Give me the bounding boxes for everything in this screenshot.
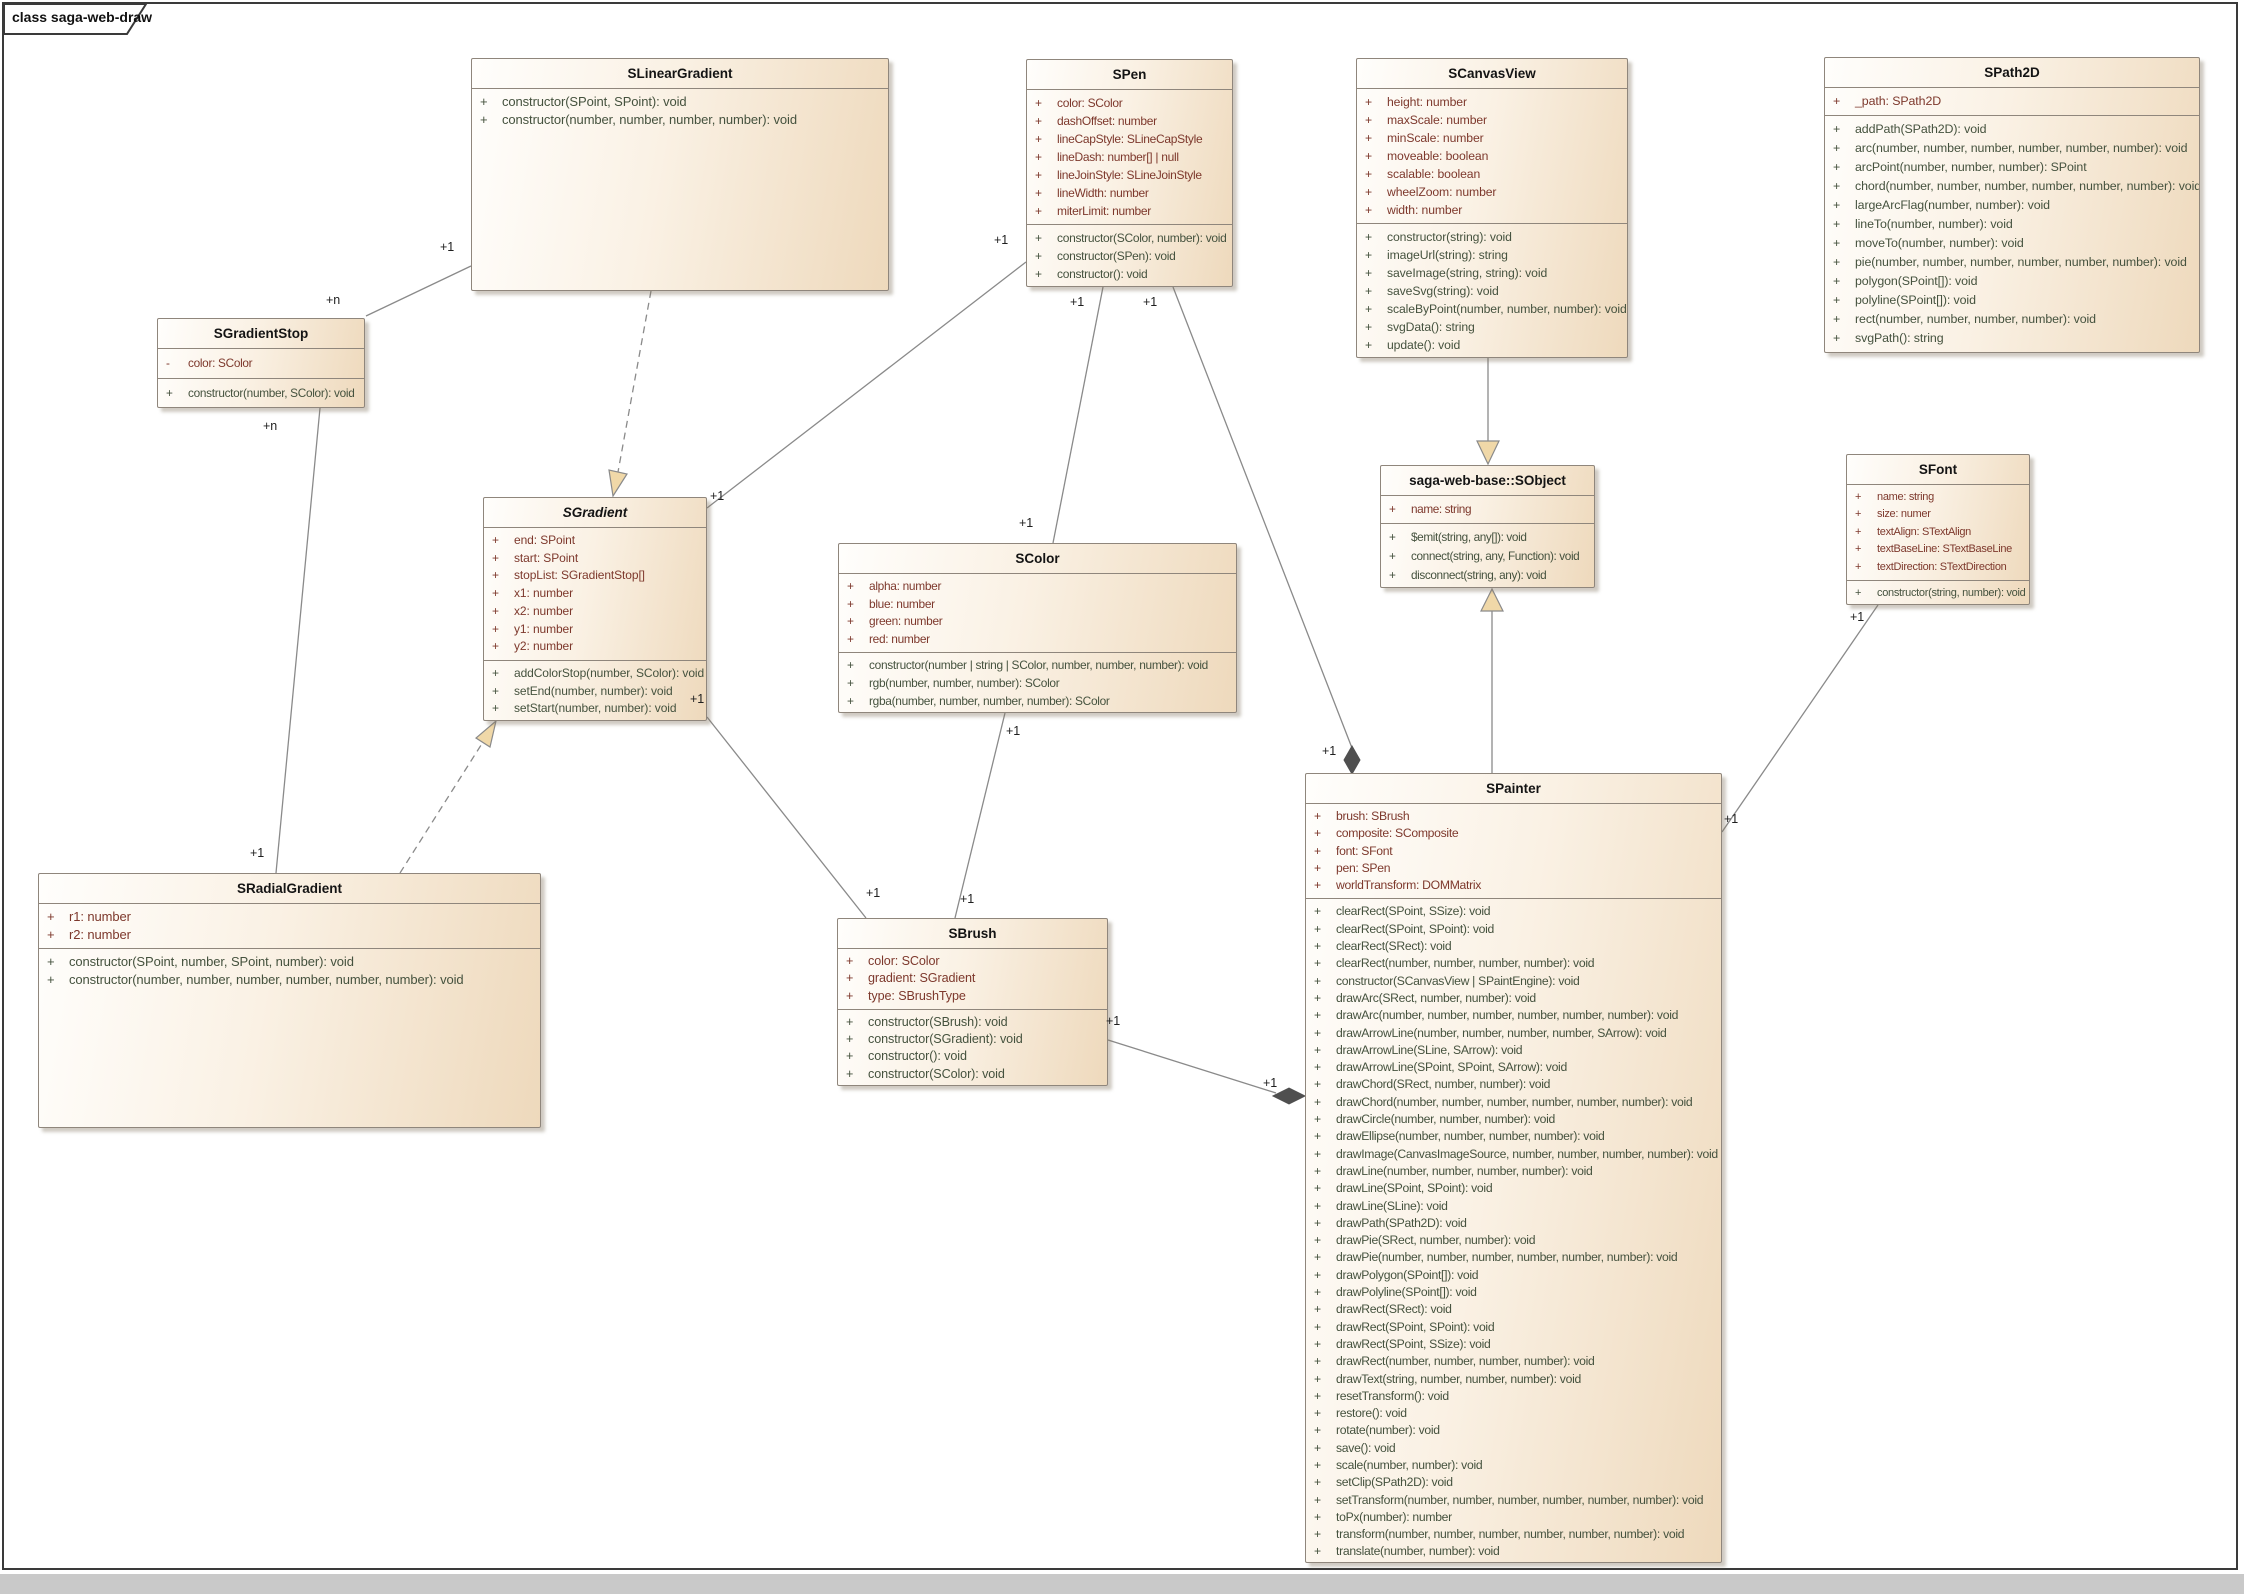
connector-sbrush-spainter[interactable]	[1108, 1040, 1276, 1093]
class-title: SGradientStop	[158, 319, 364, 349]
class-box-sfont[interactable]: SFont +name: string+size: numer+textAlig…	[1846, 454, 2030, 605]
attributes-compartment: -color: SColor	[158, 349, 364, 378]
attributes-compartment: +brush: SBrush+composite: SComposite+fon…	[1306, 804, 1721, 898]
generalization-arrow-icon	[1481, 589, 1503, 611]
class-title: SBrush	[838, 919, 1107, 949]
connector-sradialgradient-sgradient[interactable]	[400, 742, 483, 873]
generalization-arrow-icon	[1477, 441, 1499, 464]
connector-sfont-spainter[interactable]	[1722, 605, 1878, 832]
connector-sgradient-sbrush[interactable]	[707, 717, 866, 918]
attributes-compartment: +height: number+maxScale: number+minScal…	[1357, 89, 1627, 223]
attributes-compartment: +name: string+size: numer+textAlign: STe…	[1847, 485, 2029, 580]
attributes-compartment: +color: SColor+dashOffset: number+lineCa…	[1027, 90, 1232, 224]
methods-compartment: +constructor(number | string | SColor, n…	[839, 652, 1236, 713]
class-box-spainter[interactable]: SPainter +brush: SBrush+composite: SComp…	[1305, 773, 1722, 1563]
frame-title: class saga-web-draw	[12, 9, 152, 25]
methods-compartment: +constructor(SPoint, number, SPoint, num…	[39, 948, 540, 993]
class-box-sradialgradient[interactable]: SRadialGradient +r1: number+r2: number +…	[38, 873, 541, 1128]
class-box-sgradientstop[interactable]: SGradientStop -color: SColor +constructo…	[157, 318, 365, 408]
multiplicity-label: +1	[440, 240, 454, 254]
attributes-compartment: +color: SColor+gradient: SGradient+type:…	[838, 949, 1107, 1009]
multiplicity-label: +1	[960, 892, 974, 906]
multiplicity-label: +1	[710, 489, 724, 503]
class-title: SCanvasView	[1357, 59, 1627, 89]
attributes-compartment: +end: SPoint+start: SPoint+stopList: SGr…	[484, 528, 706, 660]
class-box-spen[interactable]: SPen +color: SColor+dashOffset: number+l…	[1026, 59, 1233, 287]
multiplicity-label: +1	[1019, 516, 1033, 530]
multiplicity-label: +1	[1850, 610, 1864, 624]
class-title: SLinearGradient	[472, 59, 888, 89]
multiplicity-label: +n	[326, 293, 340, 307]
connector-sgradient-spen[interactable]	[707, 262, 1026, 508]
multiplicity-label: +1	[1006, 724, 1020, 738]
attributes-compartment: +alpha: number+blue: number+green: numbe…	[839, 574, 1236, 652]
class-box-scolor[interactable]: SColor +alpha: number+blue: number+green…	[838, 543, 1237, 713]
multiplicity-label: +1	[1070, 295, 1084, 309]
methods-compartment: +constructor(string): void+imageUrl(stri…	[1357, 223, 1627, 358]
attributes-compartment: +_path: SPath2D	[1825, 88, 2199, 115]
methods-compartment: +constructor(string, number): void	[1847, 580, 2029, 605]
class-title: SPen	[1027, 60, 1232, 90]
class-box-sgradient[interactable]: SGradient +end: SPoint+start: SPoint+sto…	[483, 497, 707, 721]
class-title: SFont	[1847, 455, 2029, 485]
multiplicity-label: +1	[994, 233, 1008, 247]
attributes-compartment: +r1: number+r2: number	[39, 904, 540, 948]
class-box-spath2d[interactable]: SPath2D +_path: SPath2D +addPath(SPath2D…	[1824, 57, 2200, 353]
connector-scolor-sbrush[interactable]	[955, 713, 1005, 918]
connector-sgradientstop-slineargradient[interactable]	[366, 266, 471, 316]
diagram-canvas: class saga-web-draw SLinearGradient +con…	[0, 0, 2244, 1594]
methods-compartment: +addPath(SPath2D): void+arc(number, numb…	[1825, 115, 2199, 352]
generalization-arrow-icon	[609, 470, 627, 496]
methods-compartment: +$emit(string, any[]): void+connect(stri…	[1381, 523, 1594, 588]
methods-compartment: +addColorStop(number, SColor): void+setE…	[484, 660, 706, 721]
composition-diamond-icon	[1273, 1088, 1305, 1104]
methods-compartment: +clearRect(SPoint, SSize): void+clearRec…	[1306, 898, 1721, 1563]
multiplicity-label: +1	[250, 846, 264, 860]
methods-compartment: +constructor(number, SColor): void	[158, 378, 364, 408]
multiplicity-label: +1	[1263, 1076, 1277, 1090]
connector-spen-scolor[interactable]	[1053, 287, 1103, 543]
multiplicity-label: +1	[690, 692, 704, 706]
connector-slineargradient-sgradient[interactable]	[618, 291, 651, 472]
methods-compartment: +constructor(SColor, number): void+const…	[1027, 224, 1232, 287]
class-box-slineargradient[interactable]: SLinearGradient +constructor(SPoint, SPo…	[471, 58, 889, 291]
composition-diamond-icon	[1344, 746, 1360, 774]
class-box-scanvasview[interactable]: SCanvasView +height: number+maxScale: nu…	[1356, 58, 1628, 358]
multiplicity-label: +n	[263, 419, 277, 433]
class-box-sbrush[interactable]: SBrush +color: SColor+gradient: SGradien…	[837, 918, 1108, 1086]
connector-sgradientstop-sradialgradient[interactable]	[276, 408, 320, 873]
class-title: SGradient	[484, 498, 706, 528]
class-title: SRadialGradient	[39, 874, 540, 904]
generalization-arrow-icon	[476, 721, 496, 747]
methods-compartment: +constructor(SPoint, SPoint): void+const…	[472, 89, 888, 133]
multiplicity-label: +1	[1724, 812, 1738, 826]
class-title: saga-web-base::SObject	[1381, 466, 1594, 496]
multiplicity-label: +1	[1143, 295, 1157, 309]
multiplicity-label: +1	[1106, 1014, 1120, 1028]
multiplicity-label: +1	[866, 886, 880, 900]
class-title: SPath2D	[1825, 58, 2199, 88]
methods-compartment: +constructor(SBrush): void+constructor(S…	[838, 1009, 1107, 1086]
multiplicity-label: +1	[1322, 744, 1336, 758]
attributes-compartment: +name: string	[1381, 496, 1594, 523]
class-box-sobject[interactable]: saga-web-base::SObject +name: string +$e…	[1380, 465, 1595, 588]
class-title: SColor	[839, 544, 1236, 574]
class-title: SPainter	[1306, 774, 1721, 804]
